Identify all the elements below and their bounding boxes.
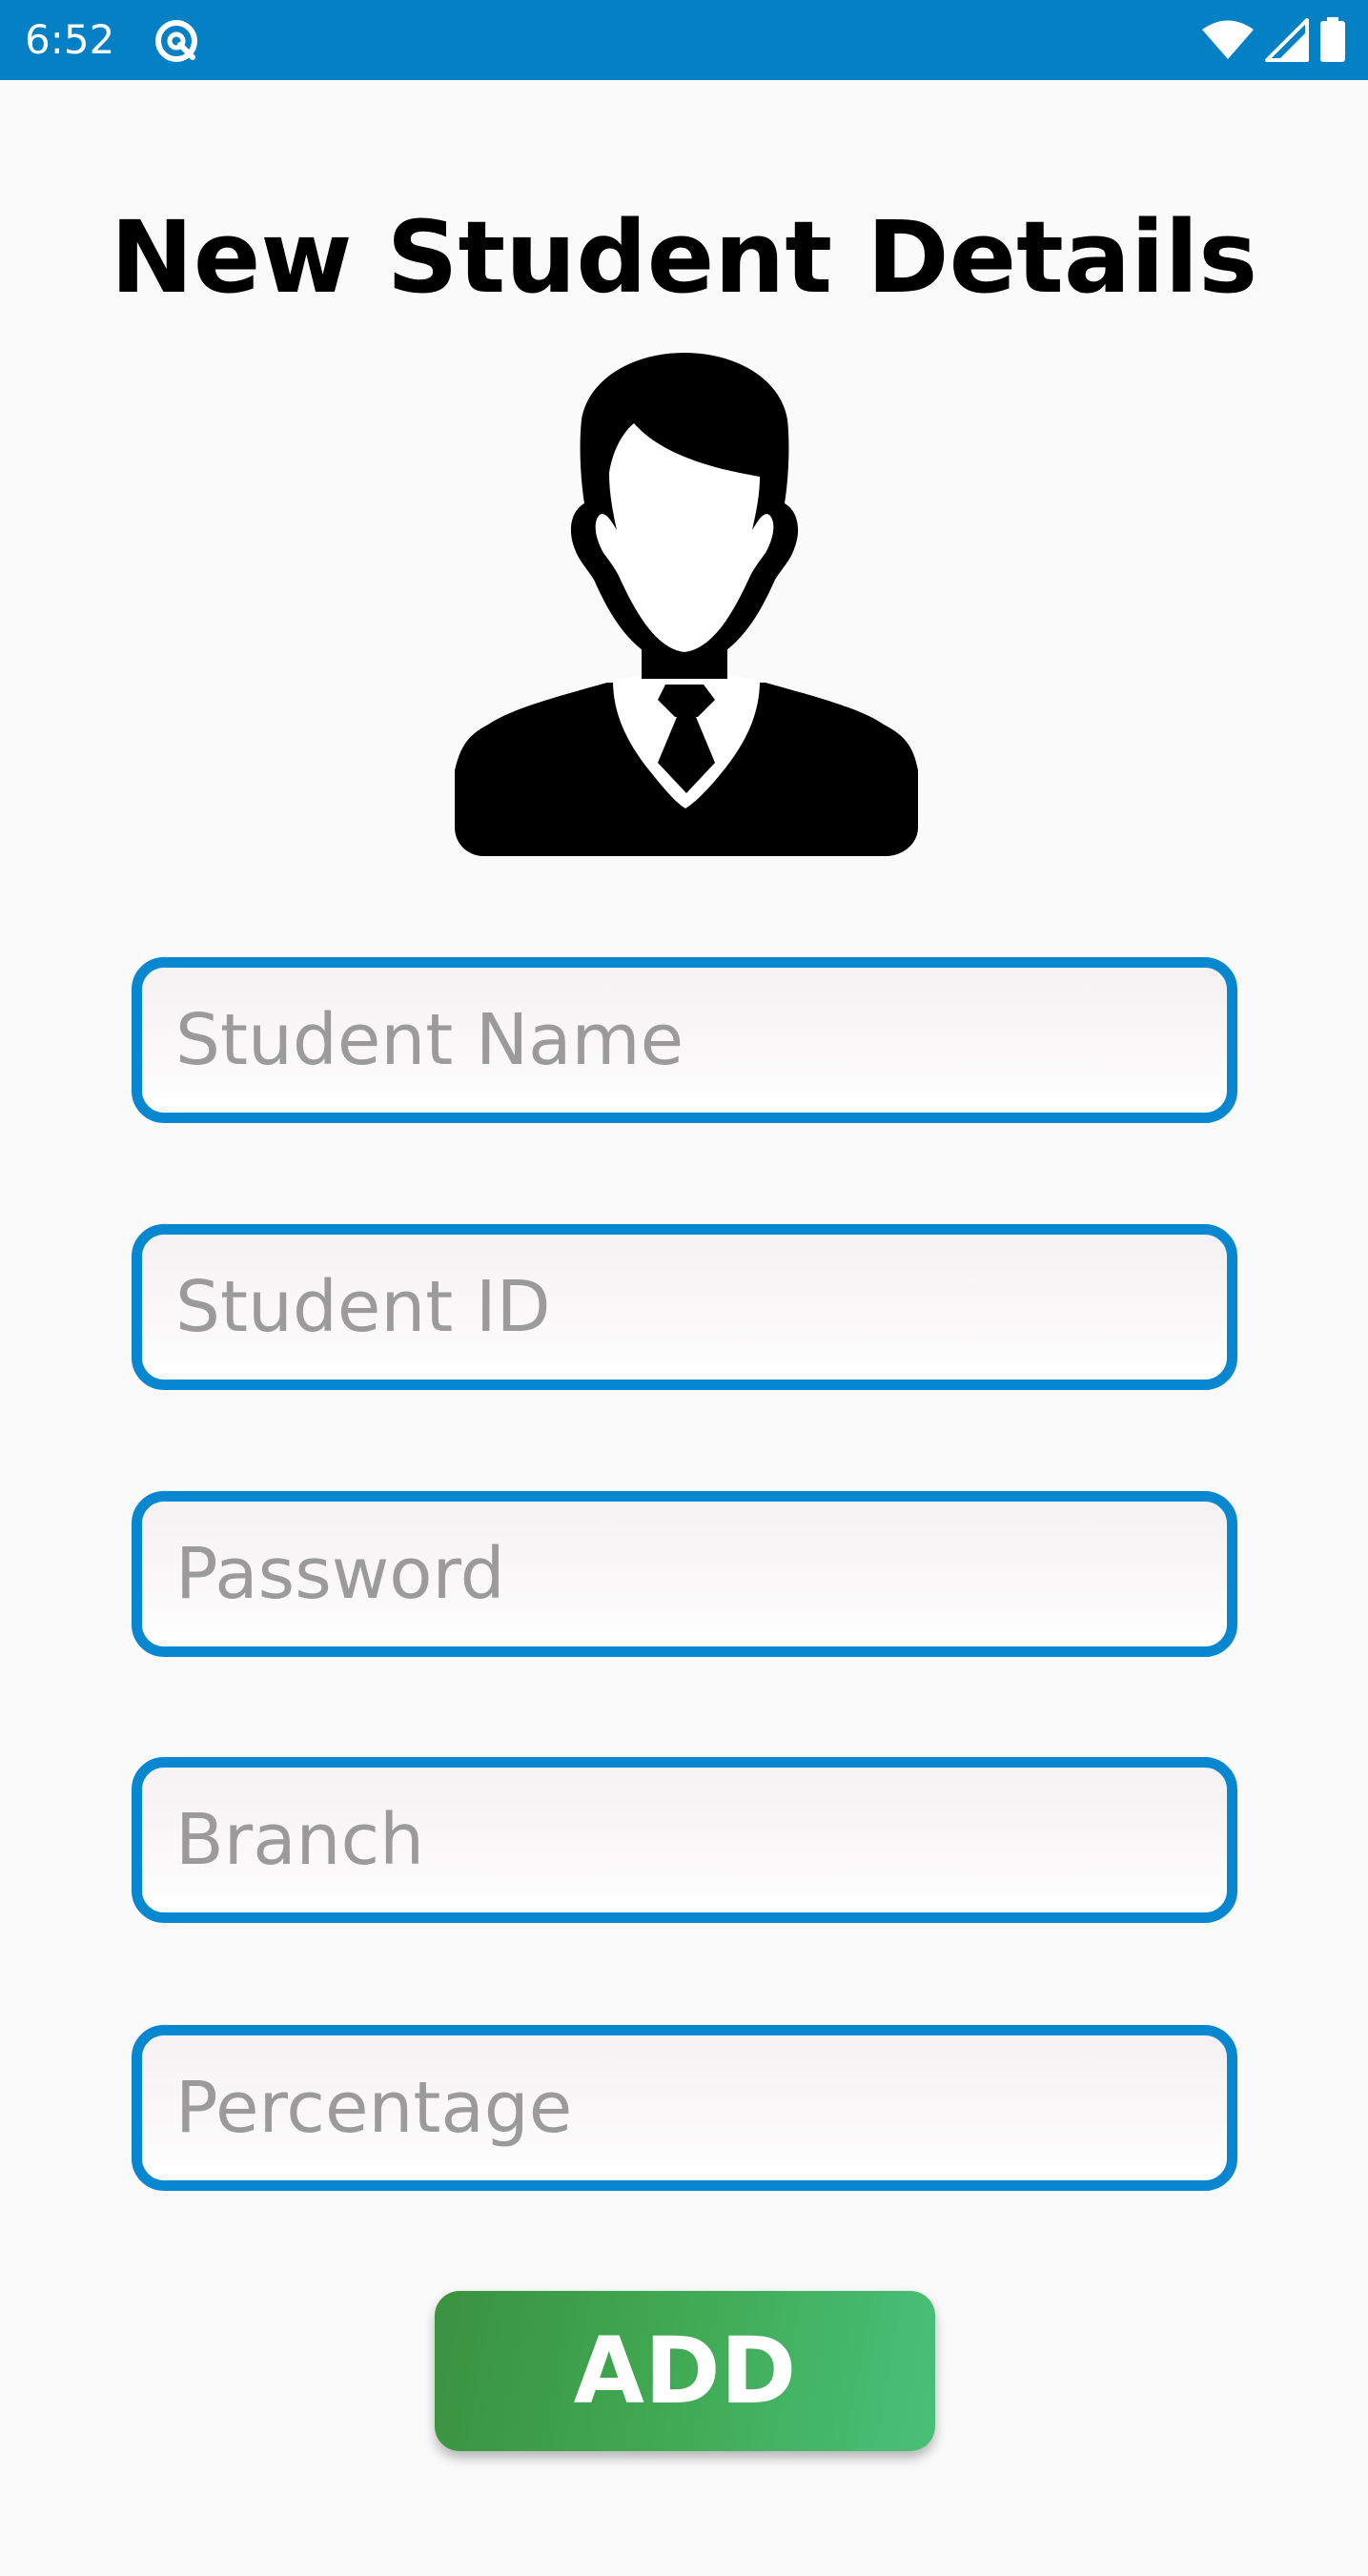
app-notification-icon [151,17,202,65]
branch-field[interactable] [132,1757,1237,1923]
page-title: New Student Details [110,199,1258,316]
add-button[interactable]: ADD [435,2291,935,2451]
status-time: 6:52 [25,16,115,63]
percentage-field[interactable] [132,2025,1237,2191]
student-id-field[interactable] [132,1224,1237,1390]
student-name-field[interactable] [132,957,1237,1123]
wifi-icon [1200,19,1256,61]
student-id-input[interactable] [142,1235,1227,1380]
battery-icon [1318,17,1347,63]
status-bar: 6:52 [0,0,1368,80]
student-avatar-icon [445,351,923,858]
branch-input[interactable] [142,1768,1227,1912]
status-icons [1200,15,1347,65]
password-input[interactable] [142,1502,1227,1646]
password-field[interactable] [132,1491,1237,1657]
signal-icon [1265,18,1309,62]
percentage-input[interactable] [142,2035,1227,2180]
student-name-input[interactable] [142,968,1227,1113]
